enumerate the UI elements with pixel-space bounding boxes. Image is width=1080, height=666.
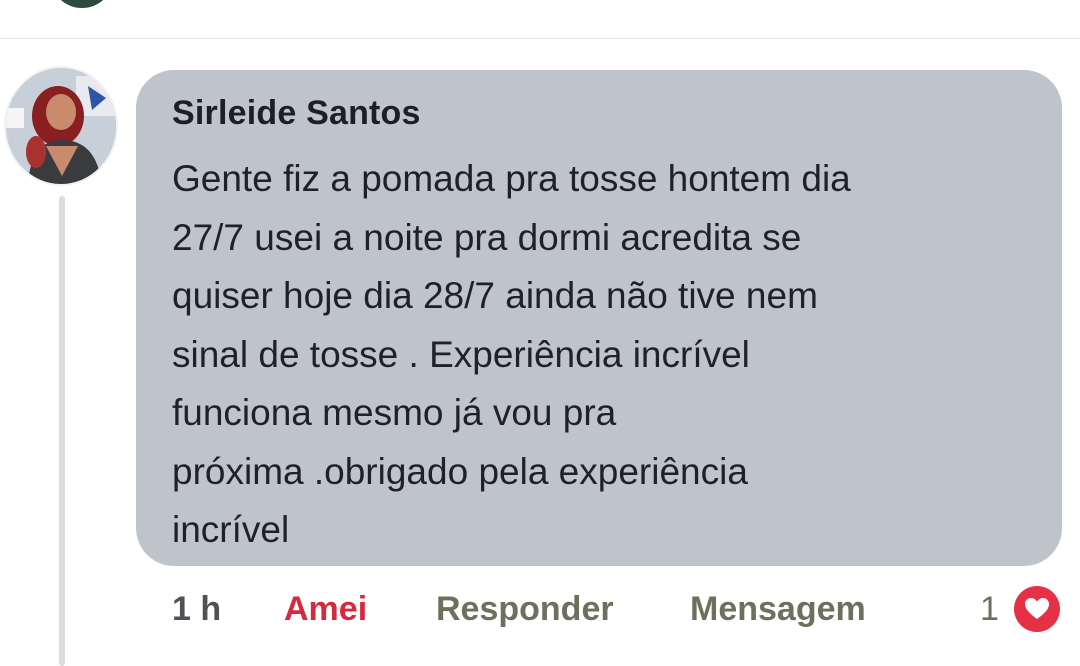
avatar-photo	[6, 68, 116, 184]
comment-bubble: Sirleide Santos Gente fiz a pomada pra t…	[136, 70, 1062, 566]
reaction-button[interactable]: Amei	[284, 590, 367, 634]
author-avatar[interactable]	[6, 68, 116, 184]
reaction-count[interactable]: 1	[980, 590, 999, 634]
top-separator	[0, 0, 1080, 39]
thread-line	[59, 196, 65, 666]
reply-button[interactable]: Responder	[436, 590, 614, 634]
message-button[interactable]: Mensagem	[690, 590, 866, 634]
previous-avatar	[50, 0, 114, 8]
heart-icon[interactable]	[1014, 586, 1060, 632]
timestamp[interactable]: 1 h	[172, 590, 221, 634]
author-name[interactable]: Sirleide Santos	[172, 94, 421, 133]
comment-text: Gente fiz a pomada pra tosse hontem dia …	[172, 158, 851, 550]
